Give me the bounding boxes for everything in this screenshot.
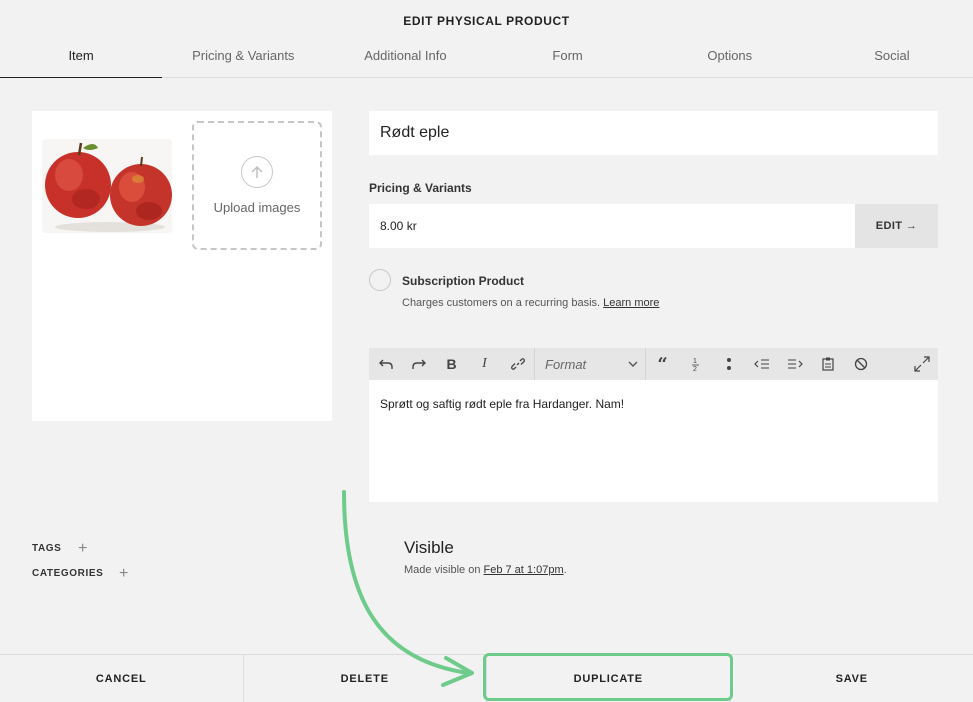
upload-images-button[interactable]: Upload images — [192, 121, 322, 250]
add-tag-plus-icon[interactable]: + — [78, 541, 87, 557]
tab-social[interactable]: Social — [811, 38, 973, 77]
subscription-description: Charges customers on a recurring basis. … — [402, 297, 659, 309]
subscription-title: Subscription Product — [402, 274, 525, 288]
redo-icon[interactable] — [402, 348, 435, 380]
clear-format-icon[interactable] — [844, 348, 877, 380]
svg-text:1: 1 — [693, 358, 697, 365]
italic-icon[interactable]: I — [468, 348, 501, 380]
visibility-desc-suffix: . — [563, 564, 567, 576]
tab-pricing-variants[interactable]: Pricing & Variants — [162, 38, 324, 77]
visibility-date-link[interactable]: Feb 7 at 1:07pm — [484, 564, 564, 576]
categories-label: CATEGORIES — [32, 568, 104, 579]
chevron-down-icon — [628, 361, 638, 367]
price-row: 8.00 kr EDIT → — [369, 204, 938, 248]
save-button[interactable]: SAVE — [729, 655, 973, 702]
tab-additional-info[interactable]: Additional Info — [324, 38, 486, 77]
tab-bar: Item Pricing & Variants Additional Info … — [0, 38, 973, 78]
image-panel: Upload images — [32, 111, 332, 421]
numbered-list-icon[interactable]: 12 — [679, 348, 712, 380]
tags-label: TAGS — [32, 543, 62, 554]
modal-title: EDIT PHYSICAL PRODUCT — [403, 14, 570, 28]
tab-options[interactable]: Options — [649, 38, 811, 77]
duplicate-button[interactable]: DUPLICATE — [486, 655, 730, 702]
pricing-section-label: Pricing & Variants — [369, 181, 472, 195]
delete-button[interactable]: DELETE — [242, 655, 487, 702]
add-category-plus-icon[interactable]: + — [119, 566, 128, 582]
expand-icon[interactable] — [905, 348, 938, 380]
edit-pricing-button[interactable]: EDIT → — [855, 204, 938, 248]
footer-actions: CANCEL DELETE DUPLICATE SAVE — [0, 654, 973, 702]
product-title-input[interactable]: Rødt eple — [369, 111, 938, 155]
tab-item[interactable]: Item — [0, 38, 163, 78]
subscription-toggle[interactable] — [369, 269, 391, 291]
editor-toolbar: B I Format “ 12 — [369, 348, 938, 380]
outdent-icon[interactable] — [745, 348, 778, 380]
format-dropdown[interactable]: Format — [535, 348, 645, 380]
tab-form[interactable]: Form — [487, 38, 649, 77]
link-icon[interactable] — [501, 348, 534, 380]
visibility-desc-prefix: Made visible on — [404, 564, 484, 576]
upload-arrow-icon — [241, 156, 273, 188]
bullet-list-icon[interactable] — [712, 348, 745, 380]
learn-more-link[interactable]: Learn more — [603, 297, 659, 309]
indent-icon[interactable] — [778, 348, 811, 380]
product-image-thumbnail[interactable] — [42, 139, 172, 233]
red-apples-photo — [42, 139, 172, 233]
price-field[interactable]: 8.00 kr — [369, 204, 855, 248]
cancel-button[interactable]: CANCEL — [0, 655, 243, 702]
blockquote-icon[interactable]: “ — [646, 348, 679, 380]
visibility-status[interactable]: Visible — [404, 538, 454, 558]
format-dropdown-label: Format — [545, 356, 587, 372]
bold-icon[interactable]: B — [435, 348, 468, 380]
paste-icon[interactable] — [811, 348, 844, 380]
upload-images-label: Upload images — [213, 200, 301, 215]
subscription-desc-text: Charges customers on a recurring basis. — [402, 297, 601, 309]
description-editor[interactable]: Sprøtt og saftig rødt eple fra Hardanger… — [369, 380, 938, 502]
visibility-description: Made visible on Feb 7 at 1:07pm. — [404, 564, 567, 576]
undo-icon[interactable] — [369, 348, 402, 380]
svg-text:2: 2 — [693, 366, 697, 372]
